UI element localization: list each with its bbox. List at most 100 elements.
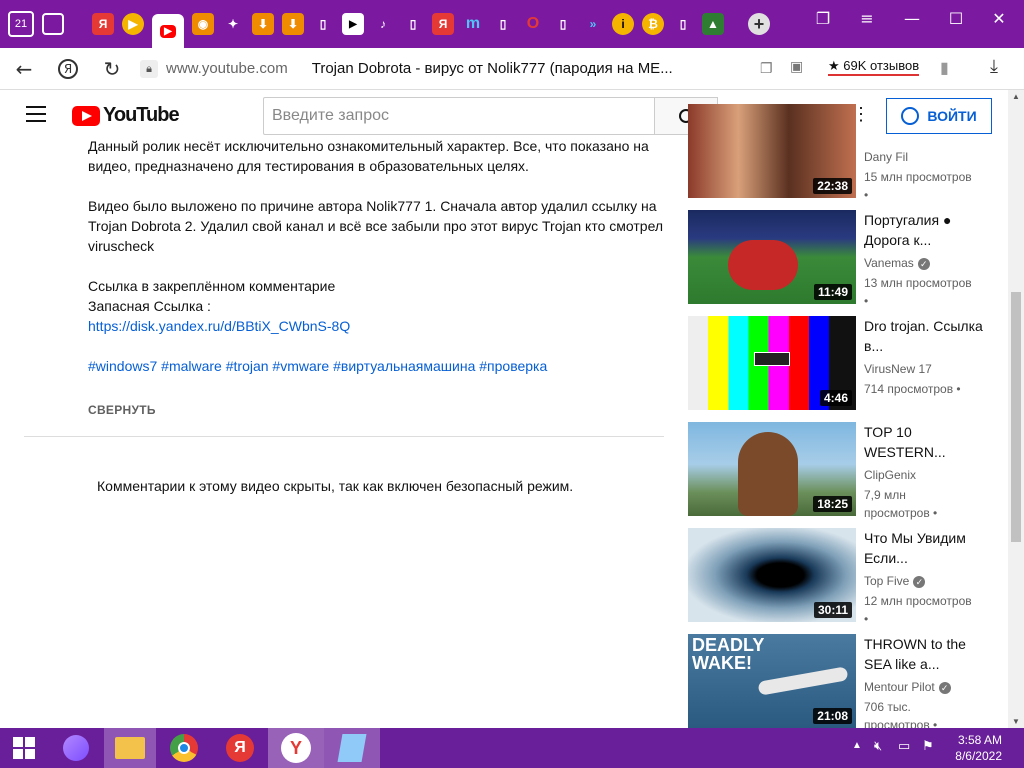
new-tab-plus-icon[interactable]: + (748, 13, 770, 35)
clock-time: 3:58 AM (957, 733, 1002, 747)
new-folder-icon[interactable] (42, 13, 64, 35)
cowboy-face-shape (738, 432, 798, 516)
channel-name[interactable]: VirusNew 17 (864, 362, 932, 376)
scroll-down-arrow-icon[interactable]: ▼ (1012, 717, 1020, 726)
recommendation-item[interactable]: DEADLY WAKE! 21:08 THROWN to the SEA lik… (688, 634, 988, 728)
tab-document3-icon[interactable]: ▯ (492, 13, 514, 35)
duration-badge: 22:38 (813, 178, 852, 194)
volume-muted-icon[interactable]: 🔇︎ (874, 738, 882, 754)
reviews-badge[interactable]: ★ 69K отзывов (828, 58, 920, 76)
recommendation-item[interactable]: 30:11 Что Мы Увидим Если... Top Five ✓ 12… (688, 528, 988, 626)
minimize-icon[interactable]: — (897, 8, 927, 30)
channel-name[interactable]: Dany Fil (864, 150, 908, 164)
tab-download-icon[interactable]: ⬇ (252, 13, 274, 35)
recommendation-item[interactable]: 4:46 Dro trojan. Ссылка в... VirusNew 17… (688, 316, 988, 410)
scrollbar-thumb[interactable] (1011, 292, 1021, 542)
collapse-button[interactable]: СВЕРНУТЬ (88, 403, 156, 417)
protect-icon[interactable]: ▣ (790, 58, 803, 75)
video-thumbnail[interactable]: 4:46 (688, 316, 856, 410)
chrome-icon[interactable] (156, 728, 212, 768)
yandex-home-icon[interactable]: Я (50, 51, 86, 87)
alice-assistant-icon[interactable] (48, 728, 104, 768)
description-paragraph-1: Данный ролик несёт исключительно ознаком… (88, 138, 649, 174)
tab-document5-icon[interactable]: ▯ (672, 13, 694, 35)
video-title[interactable]: Dro trojan. Ссылка в... (864, 316, 984, 356)
yandex-disk-link[interactable]: https://disk.yandex.ru/d/BBtiX_CWbnS-8Q (88, 316, 668, 336)
tab-m-icon[interactable]: m (462, 13, 484, 35)
video-title[interactable]: Португалия ● Дорога к... (864, 210, 984, 250)
tab-arrows-icon[interactable]: » (582, 13, 604, 35)
file-explorer-icon[interactable] (104, 728, 156, 768)
youtube-logo-text: YouTube (103, 104, 180, 126)
recommendation-item[interactable]: 11:49 Португалия ● Дорога к... Vanemas ✓ … (688, 210, 988, 308)
network-icon[interactable]: ▭ (898, 738, 910, 754)
download-icon[interactable]: ⤓ (990, 56, 998, 77)
maximize-icon[interactable]: ☐ (941, 8, 971, 30)
collections-icon[interactable]: ❐ (808, 8, 838, 30)
video-thumbnail[interactable]: 22:38 (688, 104, 856, 198)
start-windows-icon[interactable] (0, 728, 48, 768)
verified-icon: ✓ (913, 575, 926, 588)
tab-opera-icon[interactable]: O (522, 13, 544, 35)
tab-document2-icon[interactable]: ▯ (402, 13, 424, 35)
menu-icon[interactable]: ≡ (852, 8, 882, 30)
page-title: Trojan Dobrota - вирус от Nolik777 (паро… (311, 60, 673, 77)
back-arrow-icon[interactable]: ← (6, 51, 42, 87)
tab-coin-icon[interactable]: ₿ (642, 13, 664, 35)
tab-download2-icon[interactable]: ⬇ (282, 13, 304, 35)
tab-play-icon[interactable]: ▶ (122, 13, 144, 35)
scroll-up-arrow-icon[interactable]: ▲ (1012, 92, 1020, 101)
channel-label: Vanemas (864, 256, 914, 270)
close-icon[interactable]: ✕ (984, 8, 1014, 30)
tray-chevron-icon[interactable]: ▲ (852, 740, 862, 751)
video-title[interactable]: THROWN to the SEA like a... (864, 634, 984, 674)
lock-icon[interactable]: 🔒︎ (140, 59, 158, 78)
channel-name[interactable]: Mentour Pilot ✓ (864, 680, 951, 694)
video-thumbnail[interactable]: 11:49 (688, 210, 856, 304)
view-count: 15 млн просмотров • (864, 170, 972, 202)
tab-green-icon[interactable]: ▲ (702, 13, 724, 35)
description-paragraph-2: Видео было выложено по причине автора No… (88, 198, 664, 254)
tab-orange-icon[interactable]: ◉ (192, 13, 214, 35)
clock-date: 8/6/2022 (955, 749, 1002, 763)
channel-name[interactable]: Top Five ✓ (864, 574, 926, 588)
video-description: Данный ролик несёт исключительно ознаком… (88, 136, 668, 376)
hashtags[interactable]: #windows7 #malware #trojan #vmware #вирт… (88, 356, 668, 376)
view-count: 706 тыс. просмотров • (864, 700, 938, 728)
tab-document4-icon[interactable]: ▯ (552, 13, 574, 35)
tab-youtube-active-icon[interactable]: ▶ (152, 14, 184, 48)
bookmark-icon[interactable]: ▮ (940, 58, 949, 78)
system-clock[interactable]: 3:58 AM 8/6/2022 (955, 732, 1002, 764)
video-thumbnail[interactable]: 30:11 (688, 528, 856, 622)
hamburger-menu-icon[interactable] (26, 106, 46, 122)
yandex-taskbar-icon[interactable]: Я (212, 728, 268, 768)
video-title[interactable]: TOP 10 WESTERN... (864, 422, 984, 462)
tab-yandex2-icon[interactable]: Я (432, 13, 454, 35)
channel-name[interactable]: Vanemas ✓ (864, 256, 930, 270)
tab-document-icon[interactable]: ▯ (312, 13, 334, 35)
url-text[interactable]: www.youtube.com (166, 60, 288, 77)
search-input[interactable]: Введите запрос (263, 97, 655, 135)
tab-sound-icon[interactable]: ♪ (372, 13, 394, 35)
tab-extension-icon[interactable]: ✦ (222, 13, 244, 35)
copy-icon[interactable]: ❐ (760, 60, 773, 77)
tab-info-icon[interactable]: i (612, 13, 634, 35)
tab-yandex-icon[interactable]: Я (92, 13, 114, 35)
tab-counter-button[interactable]: 21 (8, 11, 34, 37)
verified-icon: ✓ (938, 681, 951, 694)
reload-icon[interactable]: ↻ (94, 51, 130, 87)
video-title[interactable]: Что Мы Увидим Если... (864, 528, 984, 568)
recommendation-item[interactable]: 18:25 TOP 10 WESTERN... ClipGenix 7,9 мл… (688, 422, 988, 520)
recommendation-item[interactable]: 22:38 Dany Fil 15 млн просмотров • (688, 104, 988, 202)
video-thumbnail[interactable]: DEADLY WAKE! 21:08 (688, 634, 856, 728)
channel-label: Top Five (864, 574, 910, 588)
page-scrollbar[interactable]: ▲ ▼ (1008, 90, 1024, 728)
video-thumbnail[interactable]: 18:25 (688, 422, 856, 516)
security-icon[interactable]: ⚑ (922, 738, 934, 754)
notepad-app-icon[interactable] (324, 728, 380, 768)
tab-youtube-icon[interactable]: ▶ (342, 13, 364, 35)
youtube-play-icon (72, 105, 100, 126)
youtube-logo[interactable]: YouTube (72, 104, 180, 127)
channel-name[interactable]: ClipGenix (864, 468, 916, 482)
yandex-browser-icon[interactable]: Y (268, 728, 324, 768)
